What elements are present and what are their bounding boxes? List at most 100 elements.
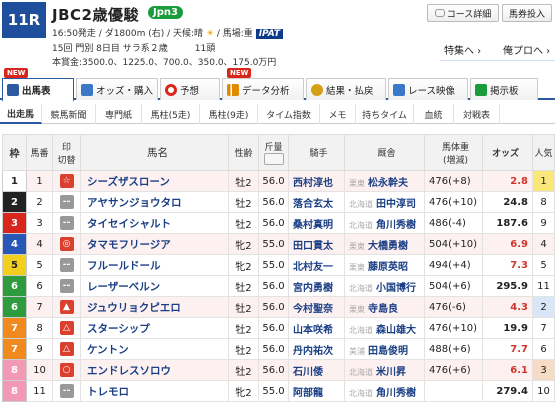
odds-cell[interactable]: 187.6 bbox=[482, 212, 533, 234]
odds-cell[interactable]: 7.7 bbox=[482, 338, 533, 360]
mark-cell[interactable]: -- bbox=[52, 212, 81, 234]
odds-cell[interactable]: 19.9 bbox=[482, 317, 533, 339]
odds-cell[interactable]: 2.8 bbox=[482, 170, 533, 192]
table-row[interactable]: 7 9 △ ケントン 牡2 56.0 丹内祐次 美浦 田島俊明 488(+6) 7.7 6 bbox=[2, 338, 555, 360]
odds-cell[interactable]: 7.3 bbox=[482, 254, 533, 276]
table-row[interactable]: 1 1 ☆ シーズザスローン 牡2 56.0 西村淳也 栗東 松永幹夫 476(+8) 2.8 1 bbox=[2, 170, 555, 192]
mark-cell[interactable]: -- bbox=[52, 275, 81, 297]
mark-icon[interactable]: -- bbox=[59, 258, 74, 272]
course-detail-button[interactable]: コース詳細 bbox=[427, 4, 499, 22]
bet-input-button[interactable]: 馬券投入 bbox=[502, 4, 552, 22]
feature-link[interactable]: 特集へ › bbox=[444, 42, 481, 57]
jockey-link[interactable]: 北村友一 bbox=[288, 254, 345, 276]
table-row[interactable]: 6 7 ▲ ジュウリョクピエロ 牡2 56.0 今村聖奈 栗東 寺島良 476(-6) 4.3 2 bbox=[2, 296, 555, 318]
table-row[interactable]: 2 2 -- アヤサンジョウタロ 牡2 56.0 落合玄太 北海道 田中淳司 476(+10) 24… bbox=[2, 191, 555, 213]
jockey-link[interactable]: 田口貫太 bbox=[288, 233, 345, 255]
mark-icon[interactable]: △ bbox=[59, 342, 74, 356]
mark-icon[interactable]: ☆ bbox=[59, 174, 74, 188]
subtab-senmon[interactable]: 専門紙 bbox=[96, 104, 142, 124]
horse-name-link[interactable]: トレモロ bbox=[80, 380, 229, 402]
mark-icon[interactable]: ◎ bbox=[59, 237, 74, 251]
horse-name-link[interactable]: ケントン bbox=[80, 338, 229, 360]
trainer-link[interactable]: 米川昇 bbox=[376, 367, 406, 378]
trainer-link[interactable]: 角川秀樹 bbox=[376, 388, 416, 399]
mark-cell[interactable]: ○ bbox=[52, 359, 81, 381]
trainer-link[interactable]: 森山雄大 bbox=[376, 325, 416, 336]
subtab-ketto[interactable]: 血統 bbox=[414, 104, 454, 124]
mark-cell[interactable]: -- bbox=[52, 191, 81, 213]
odds-cell[interactable]: 6.9 bbox=[482, 233, 533, 255]
horse-name-link[interactable]: エンドレスソロウ bbox=[80, 359, 229, 381]
table-row[interactable]: 8 10 ○ エンドレスソロウ 牡2 56.0 石川倭 北海道 米川昇 476(+6) 6.1 3 bbox=[2, 359, 555, 381]
subtab-bachu9[interactable]: 馬柱(9走) bbox=[200, 104, 258, 124]
tab-shutuba[interactable]: 出馬表 bbox=[2, 78, 74, 102]
mark-cell[interactable]: ▲ bbox=[52, 296, 81, 318]
trainer-link[interactable]: 田島俊明 bbox=[368, 346, 408, 357]
trainer-link[interactable]: 寺島良 bbox=[368, 304, 398, 315]
mark-icon[interactable]: △ bbox=[59, 321, 74, 335]
horse-name-link[interactable]: タイセイシャルト bbox=[80, 212, 229, 234]
mark-icon[interactable]: ○ bbox=[59, 363, 74, 377]
table-row[interactable]: 6 6 -- レーザーベルン 牡2 56.0 宮内勇樹 北海道 小国博行 504(+6) 295.9… bbox=[2, 275, 555, 297]
table-row[interactable]: 8 11 -- トレモロ 牝2 55.0 阿部龍 北海道 角川秀樹 279.4 10 bbox=[2, 380, 555, 402]
horse-name-link[interactable]: タマモフリージア bbox=[80, 233, 229, 255]
trainer-link[interactable]: 角川秀樹 bbox=[376, 220, 416, 231]
subtab-time-index[interactable]: タイム指数 bbox=[258, 104, 320, 124]
table-row[interactable]: 4 4 ◎ タマモフリージア 牝2 55.0 田口貫太 栗東 大橋勇樹 504(+10) 6.9 4 bbox=[2, 233, 555, 255]
horse-name-link[interactable]: レーザーベルン bbox=[80, 275, 229, 297]
horse-name-link[interactable]: ジュウリョクピエロ bbox=[80, 296, 229, 318]
pro-link[interactable]: 俺プロへ › bbox=[503, 42, 550, 57]
mark-cell[interactable]: -- bbox=[52, 380, 81, 402]
odds-cell[interactable]: 295.9 bbox=[482, 275, 533, 297]
mark-icon[interactable]: -- bbox=[59, 216, 74, 230]
tab-yoso[interactable]: 予想 bbox=[160, 78, 220, 100]
subtab-memo[interactable]: メモ bbox=[320, 104, 356, 124]
mark-icon[interactable]: -- bbox=[59, 384, 74, 398]
table-row[interactable]: 7 8 △ スターシップ 牡2 56.0 山本咲希 北海道 森山雄大 476(+10) 19.9 7 bbox=[2, 317, 555, 339]
jockey-link[interactable]: 桑村真明 bbox=[288, 212, 345, 234]
subtab-shusso[interactable]: 出走馬 bbox=[0, 104, 42, 124]
jockey-link[interactable]: 宮内勇樹 bbox=[288, 275, 345, 297]
jockey-link[interactable]: 丹内祐次 bbox=[288, 338, 345, 360]
odds-cell[interactable]: 4.3 bbox=[482, 296, 533, 318]
horse-name-link[interactable]: シーズザスローン bbox=[80, 170, 229, 192]
subtab-mochi-time[interactable]: 持ちタイム bbox=[356, 104, 414, 124]
tab-result[interactable]: 結果・払戻 bbox=[306, 78, 386, 100]
odds-cell[interactable]: 279.4 bbox=[482, 380, 533, 402]
jockey-link[interactable]: 落合玄太 bbox=[288, 191, 345, 213]
jockey-link[interactable]: 阿部龍 bbox=[288, 380, 345, 402]
odds-cell[interactable]: 24.8 bbox=[482, 191, 533, 213]
mark-icon[interactable]: ▲ bbox=[59, 300, 74, 314]
jockey-link[interactable]: 西村淳也 bbox=[288, 170, 345, 192]
tab-video[interactable]: レース映像 bbox=[388, 78, 468, 100]
mark-icon[interactable]: -- bbox=[59, 195, 74, 209]
subtab-shinbun[interactable]: 競馬新聞 bbox=[42, 104, 96, 124]
trainer-link[interactable]: 小国博行 bbox=[376, 283, 416, 294]
tab-data[interactable]: データ分析 bbox=[222, 78, 304, 100]
tab-board[interactable]: 掲示板 bbox=[470, 78, 538, 100]
mark-toggle[interactable]: 切替 bbox=[53, 153, 80, 166]
horse-name-link[interactable]: スターシップ bbox=[80, 317, 229, 339]
mark-cell[interactable]: △ bbox=[52, 317, 81, 339]
jockey-link[interactable]: 今村聖奈 bbox=[288, 296, 345, 318]
subtab-bachu5[interactable]: 馬柱(5走) bbox=[142, 104, 200, 124]
trainer-link[interactable]: 田中淳司 bbox=[376, 199, 416, 210]
horse-name-link[interactable]: フルールドール bbox=[80, 254, 229, 276]
mark-cell[interactable]: -- bbox=[52, 254, 81, 276]
mark-cell[interactable]: △ bbox=[52, 338, 81, 360]
ipat-logo[interactable]: IPAT bbox=[255, 29, 284, 39]
table-row[interactable]: 5 5 -- フルールドール 牝2 55.0 北村友一 栗東 藤原英昭 494(+4) 7.3 5 bbox=[2, 254, 555, 276]
sort-icon[interactable] bbox=[263, 153, 284, 165]
trainer-link[interactable]: 大橋勇樹 bbox=[368, 241, 408, 252]
table-row[interactable]: 3 3 -- タイセイシャルト 牡2 56.0 桑村真明 北海道 角川秀樹 486(-4) 187.… bbox=[2, 212, 555, 234]
mark-cell[interactable]: ☆ bbox=[52, 170, 81, 192]
jockey-link[interactable]: 山本咲希 bbox=[288, 317, 345, 339]
mark-icon[interactable]: -- bbox=[59, 279, 74, 293]
odds-cell[interactable]: 6.1 bbox=[482, 359, 533, 381]
tab-odds[interactable]: オッズ・購入 bbox=[76, 78, 158, 100]
horse-name-link[interactable]: アヤサンジョウタロ bbox=[80, 191, 229, 213]
trainer-link[interactable]: 藤原英昭 bbox=[368, 262, 408, 273]
trainer-link[interactable]: 松永幹夫 bbox=[368, 178, 408, 189]
subtab-taisen[interactable]: 対戦表 bbox=[454, 104, 500, 124]
mark-cell[interactable]: ◎ bbox=[52, 233, 81, 255]
